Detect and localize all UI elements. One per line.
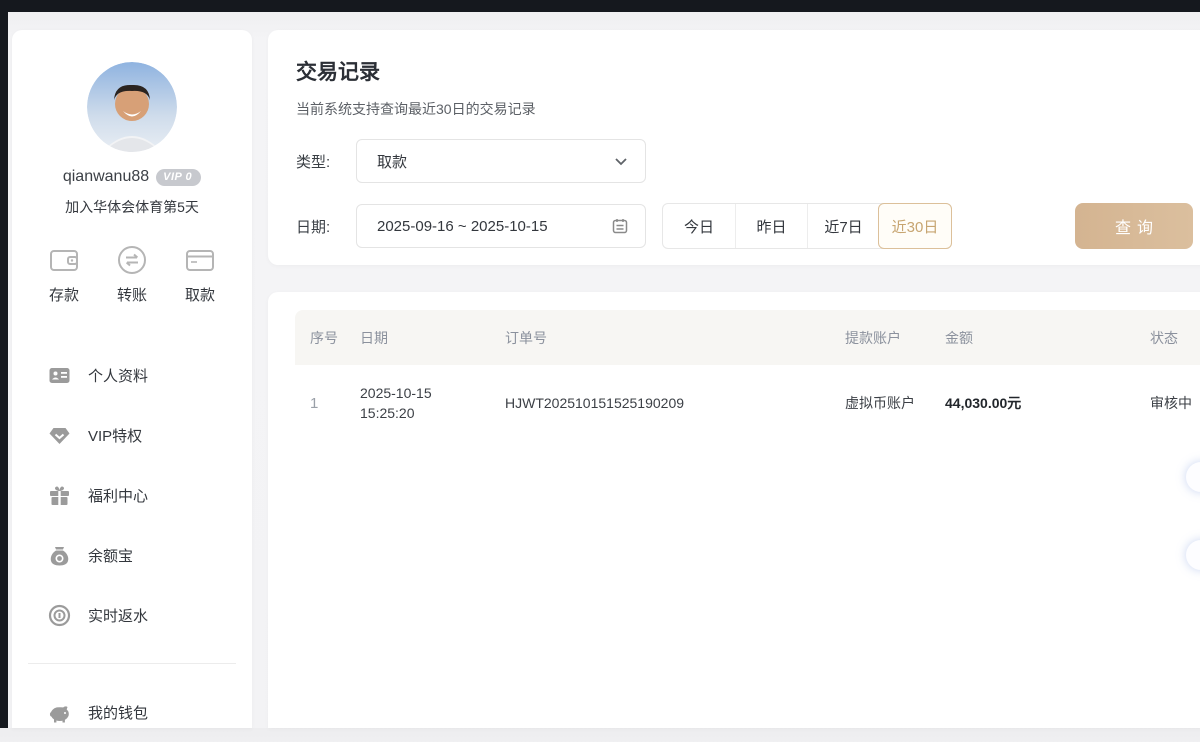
sidebar-item-welfare[interactable]: 福利中心 [12,465,252,525]
cell-date: 2025-10-15 15:25:20 [360,383,505,424]
col-order-no: 订单号 [505,328,845,348]
transaction-filter-panel: 交易记录 当前系统支持查询最近30日的交易记录 类型: 取款 日期: 2025-… [268,30,1200,265]
sidebar-menu-bottom: 我的钱包 [12,682,252,742]
page-title: 交易记录 [296,56,1200,86]
cell-date-time: 15:25:20 [360,403,505,423]
chevron-down-icon [613,153,629,169]
deposit-button[interactable]: 存款 [40,243,88,305]
sidebar-item-label: 实时返水 [88,605,148,626]
date-range-value: 2025-09-16 ~ 2025-10-15 [377,218,611,235]
date-filter-row: 日期: 2025-09-16 ~ 2025-10-15 今日 昨日 近7日 近3… [296,203,1200,249]
vip-level-badge: VIP 0 [156,169,201,186]
sidebar-item-label: 余额宝 [88,545,133,566]
money-pouch-icon [48,544,71,567]
table-row: 1 2025-10-15 15:25:20 HJWT20251015152519… [295,365,1200,441]
col-status: 状态 [1150,328,1200,348]
window-top-edge [0,0,1200,12]
sidebar-item-vip[interactable]: VIP特权 [12,405,252,465]
cell-index: 1 [295,395,360,412]
sidebar-item-label: 个人资料 [88,365,148,386]
bank-card-icon [183,243,217,277]
type-label: 类型: [296,151,344,172]
transfer-label: 转账 [117,284,147,305]
type-selected-value: 取款 [377,151,613,172]
sidebar: qianwanu88 VIP 0 加入华体会体育第5天 存款 转账 [12,30,252,728]
calendar-icon [611,217,629,235]
sidebar-item-label: 我的钱包 [88,702,148,723]
withdraw-label: 取款 [185,284,215,305]
withdraw-button[interactable]: 取款 [176,243,224,305]
sidebar-item-label: 福利中心 [88,485,148,506]
cell-status: 审核中 [1150,393,1200,413]
sidebar-item-yuebao[interactable]: 余额宝 [12,525,252,585]
avatar-photo [87,62,177,152]
range-30days-button[interactable]: 近30日 [878,203,952,249]
col-date: 日期 [360,328,505,348]
sidebar-item-wallet[interactable]: 我的钱包 [12,682,252,742]
date-label: 日期: [296,216,344,237]
type-filter-row: 类型: 取款 [296,139,1200,183]
sidebar-item-label: VIP特权 [88,425,142,446]
piggy-bank-icon [48,701,71,724]
date-range-input[interactable]: 2025-09-16 ~ 2025-10-15 [356,204,646,248]
username: qianwanu88 [63,168,149,186]
transfer-icon [115,243,149,277]
transfer-button[interactable]: 转账 [108,243,156,305]
cell-account: 虚拟币账户 [845,393,945,413]
range-7days-button[interactable]: 近7日 [807,204,879,248]
user-row: qianwanu88 VIP 0 [12,168,252,186]
cell-date-day: 2025-10-15 [360,383,505,403]
range-today-button[interactable]: 今日 [663,204,735,248]
wallet-icon [47,243,81,277]
table-header: 序号 日期 订单号 提款账户 金额 状态 [295,310,1200,365]
col-amount: 金额 [945,328,1150,348]
sidebar-item-profile[interactable]: 个人资料 [12,345,252,405]
type-select[interactable]: 取款 [356,139,646,183]
rebate-coin-icon [48,604,71,627]
transaction-table-panel: 序号 日期 订单号 提款账户 金额 状态 1 2025-10-15 15:25:… [268,292,1200,728]
quick-actions: 存款 转账 取款 [12,243,252,305]
gift-icon [48,484,71,507]
quick-range-group: 今日 昨日 近7日 近30日 [662,203,952,249]
sidebar-item-rebate[interactable]: 实时返水 [12,585,252,645]
cell-amount: 44,030.00元 [945,393,1150,413]
cell-order-no: HJWT202510151525190209 [505,395,845,411]
join-days-text: 加入华体会体育第5天 [12,197,252,217]
page-subtitle: 当前系统支持查询最近30日的交易记录 [296,99,1200,119]
sidebar-divider [28,663,236,664]
window-left-edge [0,0,8,728]
deposit-label: 存款 [49,284,79,305]
range-yesterday-button[interactable]: 昨日 [735,204,807,248]
col-account: 提款账户 [845,328,945,348]
vip-gem-icon [48,424,71,447]
search-button[interactable]: 查询 [1075,203,1193,249]
sidebar-menu: 个人资料 VIP特权 福利中心 余额宝 实时返水 [12,345,252,645]
id-card-icon [48,364,71,387]
col-index: 序号 [295,328,360,348]
avatar[interactable] [87,62,177,152]
